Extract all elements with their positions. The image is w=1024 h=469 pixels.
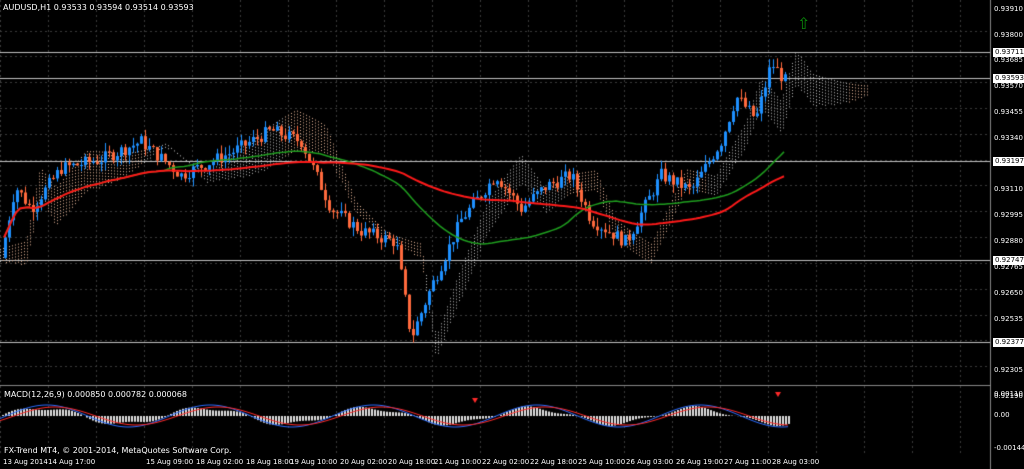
horizontal-line-price-label: 0.92747 [993, 256, 1024, 265]
price-tick-label: 0.92995 [994, 211, 1023, 219]
macd-tick-label: 0.00 [994, 411, 1010, 419]
horizontal-line-price-label: 0.93593 [993, 74, 1024, 83]
time-tick-label: 22 Aug 02:00 [482, 458, 530, 466]
time-tick-label: 25 Aug 10:00 [578, 458, 626, 466]
time-tick-label: 13 Aug 2014 [3, 458, 48, 466]
horizontal-line-price-label: 0.93197 [993, 157, 1024, 166]
price-tick-label: 0.93340 [994, 134, 1023, 142]
price-tick-label: 0.93800 [994, 31, 1023, 39]
price-tick-label: 0.93110 [994, 185, 1023, 193]
time-tick-label: 18 Aug 02:00 [196, 458, 244, 466]
price-tick-label: 0.93570 [994, 82, 1023, 90]
time-tick-label: 14 Aug 17:00 [48, 458, 96, 466]
time-tick-label: 26 Aug 19:00 [676, 458, 724, 466]
macd-tick-label: 0.00110 [994, 390, 1023, 398]
time-tick-label: 18 Aug 18:00 [246, 458, 294, 466]
price-tick-label: 0.92880 [994, 237, 1023, 245]
time-tick-label: 22 Aug 18:00 [530, 458, 578, 466]
copyright-label: FX-Trend MT4, © 2001-2014, MetaQuotes So… [4, 446, 232, 455]
time-tick-label: 28 Aug 03:00 [772, 458, 820, 466]
price-tick-label: 0.92305 [994, 366, 1023, 374]
price-tick-label: 0.93685 [994, 56, 1023, 64]
time-tick-label: 26 Aug 03:00 [626, 458, 674, 466]
price-tick-label: 0.92650 [994, 289, 1023, 297]
symbol-label: AUDUSD,H1 0.93533 0.93594 0.93514 0.9359… [3, 3, 194, 12]
price-tick-label: 0.92535 [994, 315, 1023, 323]
time-tick-label: 21 Aug 10:00 [434, 458, 482, 466]
time-tick-label: 20 Aug 02:00 [340, 458, 388, 466]
macd-tick-label: -0.00144 [994, 444, 1024, 452]
horizontal-line-price-label: 0.93711 [993, 48, 1024, 57]
time-tick-label: 27 Aug 11:00 [724, 458, 772, 466]
time-tick-label: 20 Aug 18:00 [388, 458, 436, 466]
time-tick-label: 19 Aug 10:00 [290, 458, 338, 466]
macd-label: MACD(12,26,9) 0.000850 0.000782 0.000068 [4, 390, 187, 399]
price-tick-label: 0.93455 [994, 108, 1023, 116]
price-tick-label: 0.93910 [994, 5, 1023, 13]
time-tick-label: 15 Aug 09:00 [146, 458, 194, 466]
buy-signal-arrow-icon: ⇧ [797, 14, 811, 33]
horizontal-line-price-label: 0.92377 [993, 338, 1024, 347]
